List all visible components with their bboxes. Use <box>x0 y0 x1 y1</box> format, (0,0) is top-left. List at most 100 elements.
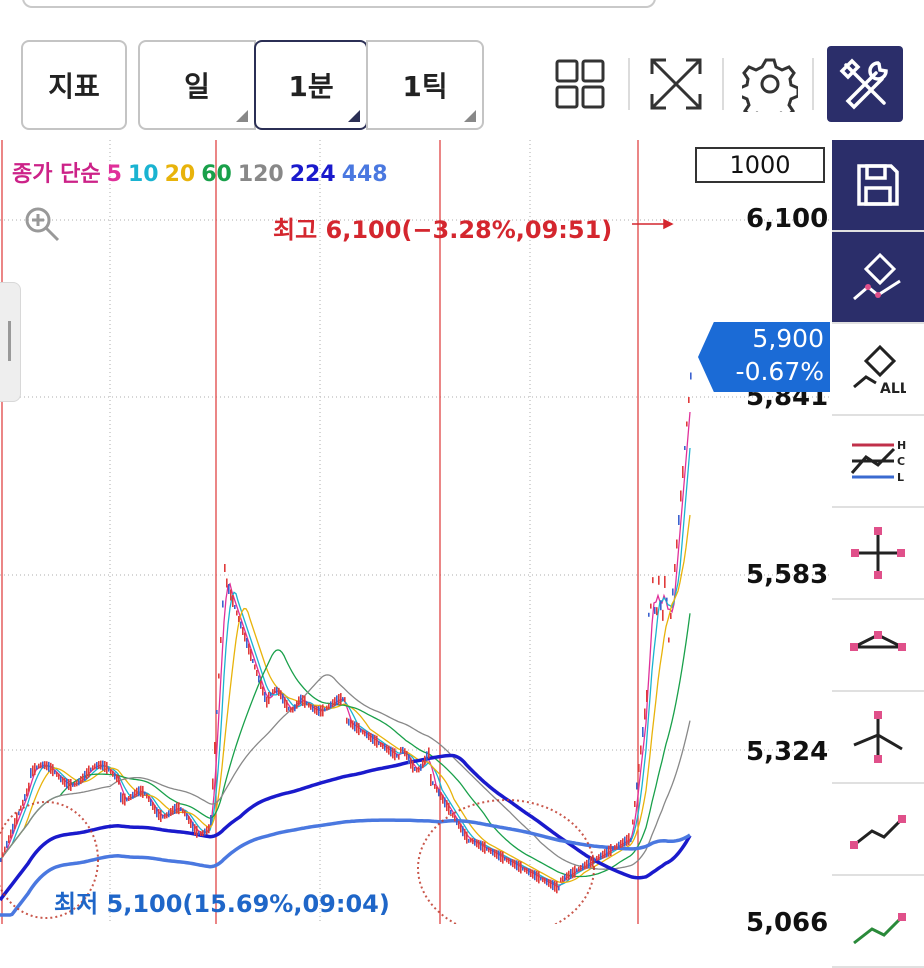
zoom-in-icon[interactable] <box>22 204 62 248</box>
candle <box>470 837 472 843</box>
candle <box>32 765 34 777</box>
candle <box>514 859 516 869</box>
candle <box>92 765 94 771</box>
settings-icon[interactable] <box>738 52 802 116</box>
candle <box>638 764 640 772</box>
svg-text:L: L <box>897 471 904 484</box>
candle <box>94 763 96 770</box>
candle <box>572 867 574 879</box>
candle <box>362 729 364 735</box>
candle <box>380 742 382 747</box>
candle <box>46 761 48 771</box>
candle <box>512 859 514 868</box>
candle <box>598 854 600 861</box>
candle <box>630 838 632 842</box>
candle <box>206 826 208 835</box>
candle <box>578 866 580 872</box>
candle <box>160 809 162 822</box>
candle <box>442 794 444 804</box>
candle <box>292 706 294 713</box>
candle <box>418 766 420 773</box>
candle <box>398 754 400 760</box>
tools-icon[interactable] <box>827 46 903 122</box>
trend-line-icon[interactable] <box>832 600 924 692</box>
search-field-edge[interactable] <box>22 0 656 8</box>
candle <box>636 782 638 790</box>
save-icon[interactable] <box>832 140 924 232</box>
fullscreen-icon[interactable] <box>644 52 708 116</box>
hcl-lines-icon[interactable]: HCL <box>832 416 924 508</box>
ma-legend[interactable]: 종가 단순 5 10 20 60 120 224 448 <box>12 156 394 188</box>
scale-box[interactable]: 1000 <box>695 147 825 183</box>
svg-text:C: C <box>897 455 905 468</box>
candle <box>604 849 606 859</box>
candle <box>48 761 50 772</box>
toolbar-divider <box>628 58 630 110</box>
candle <box>400 747 402 754</box>
candle <box>342 697 344 702</box>
candle <box>302 695 304 707</box>
ma-line-10 <box>0 447 691 886</box>
price-chart[interactable] <box>0 140 832 924</box>
drawing-tools-sidebar: ALL HCL <box>832 140 924 968</box>
crosshair-icon[interactable] <box>832 508 924 600</box>
line-tool-icon[interactable] <box>832 784 924 876</box>
candle <box>134 789 136 798</box>
indicator-button-label: 지표 <box>48 70 100 103</box>
eraser-all-icon[interactable]: ALL <box>832 324 924 416</box>
candle <box>296 700 298 709</box>
candle <box>64 777 66 787</box>
price-tick: 5,324 <box>746 737 829 767</box>
panel-drag-handle[interactable] <box>0 282 21 402</box>
add-line-icon[interactable] <box>832 876 924 968</box>
candle <box>422 760 424 769</box>
candle <box>546 878 548 886</box>
legend-ma448: 448 <box>341 162 388 187</box>
candle <box>372 733 374 744</box>
period-1tick-button[interactable]: 1틱 <box>366 40 484 130</box>
candle <box>596 855 598 861</box>
candle <box>230 589 232 601</box>
candle <box>24 794 26 802</box>
legend-ma60: 60 <box>201 162 232 187</box>
fork-icon[interactable] <box>832 692 924 784</box>
candle <box>620 840 622 848</box>
candle <box>182 808 184 814</box>
candle <box>348 718 350 726</box>
candle <box>642 727 644 737</box>
ma-line-60 <box>0 613 691 878</box>
candle <box>368 732 370 741</box>
period-1min-button[interactable]: 1분 <box>254 40 368 130</box>
candle <box>356 722 358 734</box>
candle <box>350 719 352 728</box>
candle <box>684 446 686 450</box>
eraser-icon[interactable] <box>832 232 924 324</box>
candle <box>364 730 366 737</box>
candle <box>634 801 636 807</box>
candle <box>588 858 590 869</box>
candle <box>384 743 386 751</box>
candle <box>562 875 564 882</box>
candle <box>486 846 488 851</box>
candle <box>310 703 312 710</box>
candle <box>464 828 466 840</box>
grid-layout-icon[interactable] <box>548 52 612 116</box>
candle <box>58 773 60 780</box>
candle <box>534 870 536 881</box>
indicator-button[interactable]: 지표 <box>21 40 127 130</box>
candle <box>246 638 248 648</box>
candle <box>484 841 486 854</box>
candle <box>538 871 540 884</box>
candle <box>62 776 64 785</box>
candle <box>174 803 176 814</box>
period-day-button[interactable]: 일 <box>138 40 256 130</box>
candle <box>244 632 246 642</box>
candle <box>600 852 602 860</box>
candle <box>116 774 118 783</box>
candle <box>394 748 396 761</box>
candle <box>240 621 242 629</box>
candle <box>688 397 690 403</box>
candle <box>336 695 338 706</box>
top-bar <box>0 0 924 30</box>
candle <box>42 761 44 769</box>
